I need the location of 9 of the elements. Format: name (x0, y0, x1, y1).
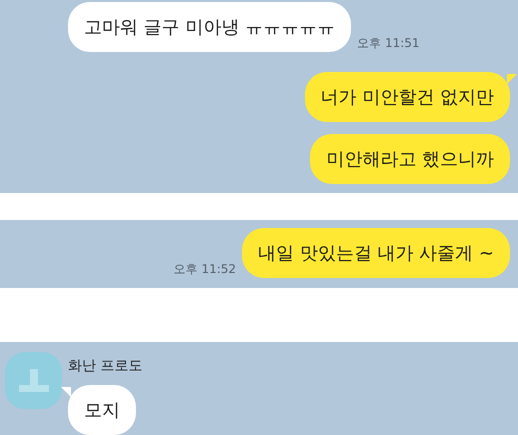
message-bubble: 너가 미안할건 없지만 (304, 72, 510, 122)
message-bubble: 미안해라고 했으니까 (310, 134, 510, 184)
message-bubble: 고마워 글구 미아냉 ㅠㅠㅠㅠㅠ (68, 2, 352, 52)
default-avatar-icon (5, 352, 62, 409)
sender-name: 화난 프로도 (68, 357, 144, 376)
message-bubble: 내일 맛있는걸 내가 사줄게 ~ (242, 228, 510, 278)
message-time: 오후 11:52 (174, 261, 236, 278)
message-time: 오후 11:51 (357, 35, 420, 52)
message-bubble: 모지 (68, 385, 136, 435)
